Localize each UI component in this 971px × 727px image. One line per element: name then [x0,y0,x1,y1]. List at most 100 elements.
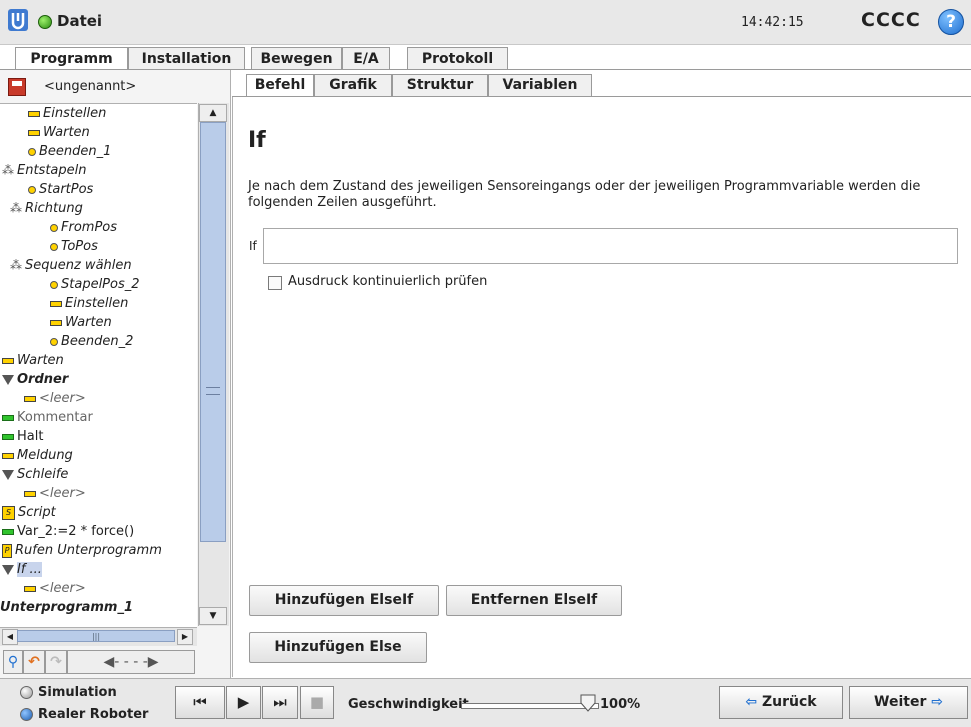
tree-node[interactable]: Einstellen [28,104,106,123]
tree-node[interactable]: Var_2:=2 * force() [2,522,134,541]
universal-robots-logo-icon [8,9,28,31]
bar-icon [2,357,14,364]
tree-node[interactable]: Meldung [2,446,73,465]
add-elseif-button[interactable]: Hinzufügen ElseIf [249,585,439,616]
scroll-grip-icon [206,387,220,395]
tree-node[interactable]: StartPos [28,180,93,199]
clock: 14:42:15 [741,15,804,30]
waypoint-icon [50,280,58,289]
tree-node[interactable]: FromPos [50,218,117,237]
tree-node-selected[interactable]: If ... [2,560,42,579]
bar-icon [24,490,36,497]
tree-node[interactable]: <leer> [24,484,86,503]
bar-icon [50,300,62,307]
status-dot-icon [38,15,52,29]
if-expression-input[interactable] [263,228,958,264]
scroll-up-icon[interactable]: ▲ [199,104,227,122]
tree-node[interactable]: Warten [2,351,64,370]
tree-node[interactable]: ⁂ Entstapeln [2,161,87,180]
speed-value: 100% [600,697,641,712]
tree-node[interactable]: Unterprogramm_1 [0,598,133,617]
file-menu[interactable]: Datei [57,12,102,30]
scroll-left-icon[interactable]: ◀ [2,629,18,645]
search-icon[interactable]: ⚲ [3,650,23,674]
play-icon[interactable]: ▶ [226,686,261,719]
remove-elseif-button[interactable]: Entfernen ElseIf [446,585,622,616]
tree-node[interactable]: StapelPos_2 [50,275,140,294]
continuous-check-label: Ausdruck kontinuierlich prüfen [288,274,488,289]
move-node-arrows-icon[interactable]: ◀- - - -▶ [67,650,195,674]
pattern-icon: ⁂ [10,258,22,272]
tree-node[interactable]: S Script [2,503,56,522]
tab-installation[interactable]: Installation [128,47,245,69]
halt-icon [2,433,14,440]
waypoint-icon [28,185,36,194]
tree-node[interactable]: Beenden_2 [50,332,133,351]
pattern-icon: ⁂ [10,201,22,215]
bar-icon [50,319,62,326]
tree-node[interactable]: Einstellen [50,294,128,313]
tab-bewegen[interactable]: Bewegen [251,47,342,69]
speed-slider-knob[interactable] [580,694,596,712]
program-name: <ungenannt> [44,79,137,94]
arrow-right-icon: ⇨ [926,694,943,710]
robot-name: CCCC [861,9,921,31]
tree-node[interactable]: <leer> [24,579,86,598]
simulation-radio[interactable] [20,686,33,699]
undo-icon[interactable]: ↶ [23,650,45,674]
command-title: If [248,128,266,153]
tab-protokoll[interactable]: Protokoll [407,47,508,69]
tab-programm[interactable]: Programm [15,47,128,71]
tree-node[interactable]: Schleife [2,465,68,484]
save-icon[interactable] [8,78,26,96]
tree-node[interactable]: Ordner [2,370,68,389]
add-else-button[interactable]: Hinzufügen Else [249,632,427,663]
scroll-down-icon[interactable]: ▼ [199,607,227,625]
skip-to-start-icon[interactable]: ⏮ [175,686,225,719]
tree-node[interactable]: P Rufen Unterprogramm [2,541,162,560]
script-icon: S [2,505,15,520]
waypoint-icon [50,242,58,251]
tree-node[interactable]: <leer> [24,389,86,408]
tree-node[interactable]: ⁂ Sequenz wählen [10,256,132,275]
arrow-left-icon: ⇦ [745,694,762,710]
if-label: If [249,239,257,253]
step-icon[interactable]: ⏭ [262,686,298,719]
pattern-icon: ⁂ [2,163,14,177]
if-triangle-icon [2,564,14,575]
loop-triangle-icon [2,469,14,480]
tree-node[interactable]: ToPos [50,237,98,256]
tab-grafik[interactable]: Grafik [314,74,392,96]
bar-icon [28,110,40,117]
help-icon[interactable]: ? [938,9,964,35]
tree-node[interactable]: Warten [50,313,112,332]
bar-icon [2,452,14,459]
tree-node[interactable]: ⁂ Richtung [10,199,83,218]
next-button[interactable]: Weiter ⇨ [849,686,968,719]
stop-icon[interactable]: ■ [300,686,334,719]
back-button[interactable]: ⇦ Zurück [719,686,843,719]
folder-triangle-icon [2,374,14,385]
tab-befehl[interactable]: Befehl [246,74,314,97]
tree-node[interactable]: Halt [2,427,43,446]
tree-node[interactable]: Beenden_1 [28,142,111,161]
tree-node[interactable]: Kommentar [2,408,93,427]
tree-node[interactable]: Warten [28,123,90,142]
scroll-thumb[interactable] [200,122,226,542]
speed-slider[interactable] [461,703,599,709]
tab-struktur[interactable]: Struktur [392,74,488,96]
scroll-right-icon[interactable]: ▶ [177,629,193,645]
tab-variablen[interactable]: Variablen [488,74,592,96]
redo-icon[interactable]: ↷ [45,650,67,674]
continuous-check-checkbox[interactable] [268,276,282,290]
waypoint-icon [50,223,58,232]
command-description: Je nach dem Zustand des jeweiligen Senso… [248,179,921,210]
tab-ea[interactable]: E/A [342,47,390,69]
hscroll-thumb[interactable]: ||| [17,630,175,642]
simulation-label: Simulation [38,685,117,700]
speed-label: Geschwindigkeit [348,697,469,712]
top-bar [0,0,971,45]
assignment-icon [2,528,14,535]
comment-icon [2,414,14,421]
real-robot-radio[interactable] [20,708,33,721]
